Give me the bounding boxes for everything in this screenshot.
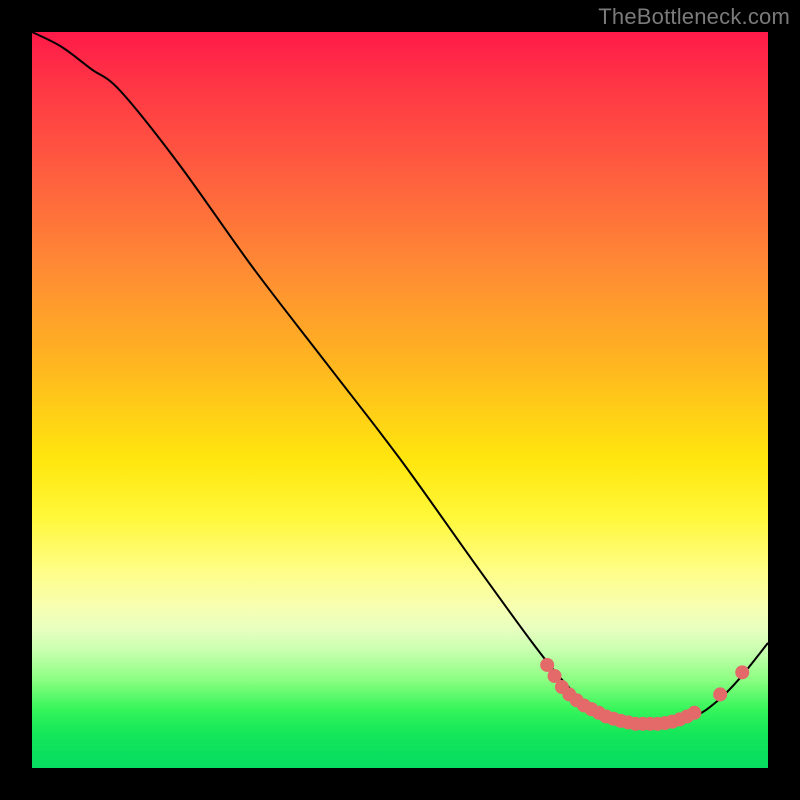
chart-svg xyxy=(32,32,768,768)
watermark-text: TheBottleneck.com xyxy=(598,4,790,30)
curve-path-group xyxy=(32,32,768,725)
chart-frame: TheBottleneck.com xyxy=(0,0,800,800)
marker-dot xyxy=(735,665,749,679)
main-curve-line xyxy=(32,32,768,725)
marker-dot xyxy=(713,687,727,701)
marker-dots-group xyxy=(540,658,749,731)
marker-dot xyxy=(687,706,701,720)
plot-area xyxy=(32,32,768,768)
